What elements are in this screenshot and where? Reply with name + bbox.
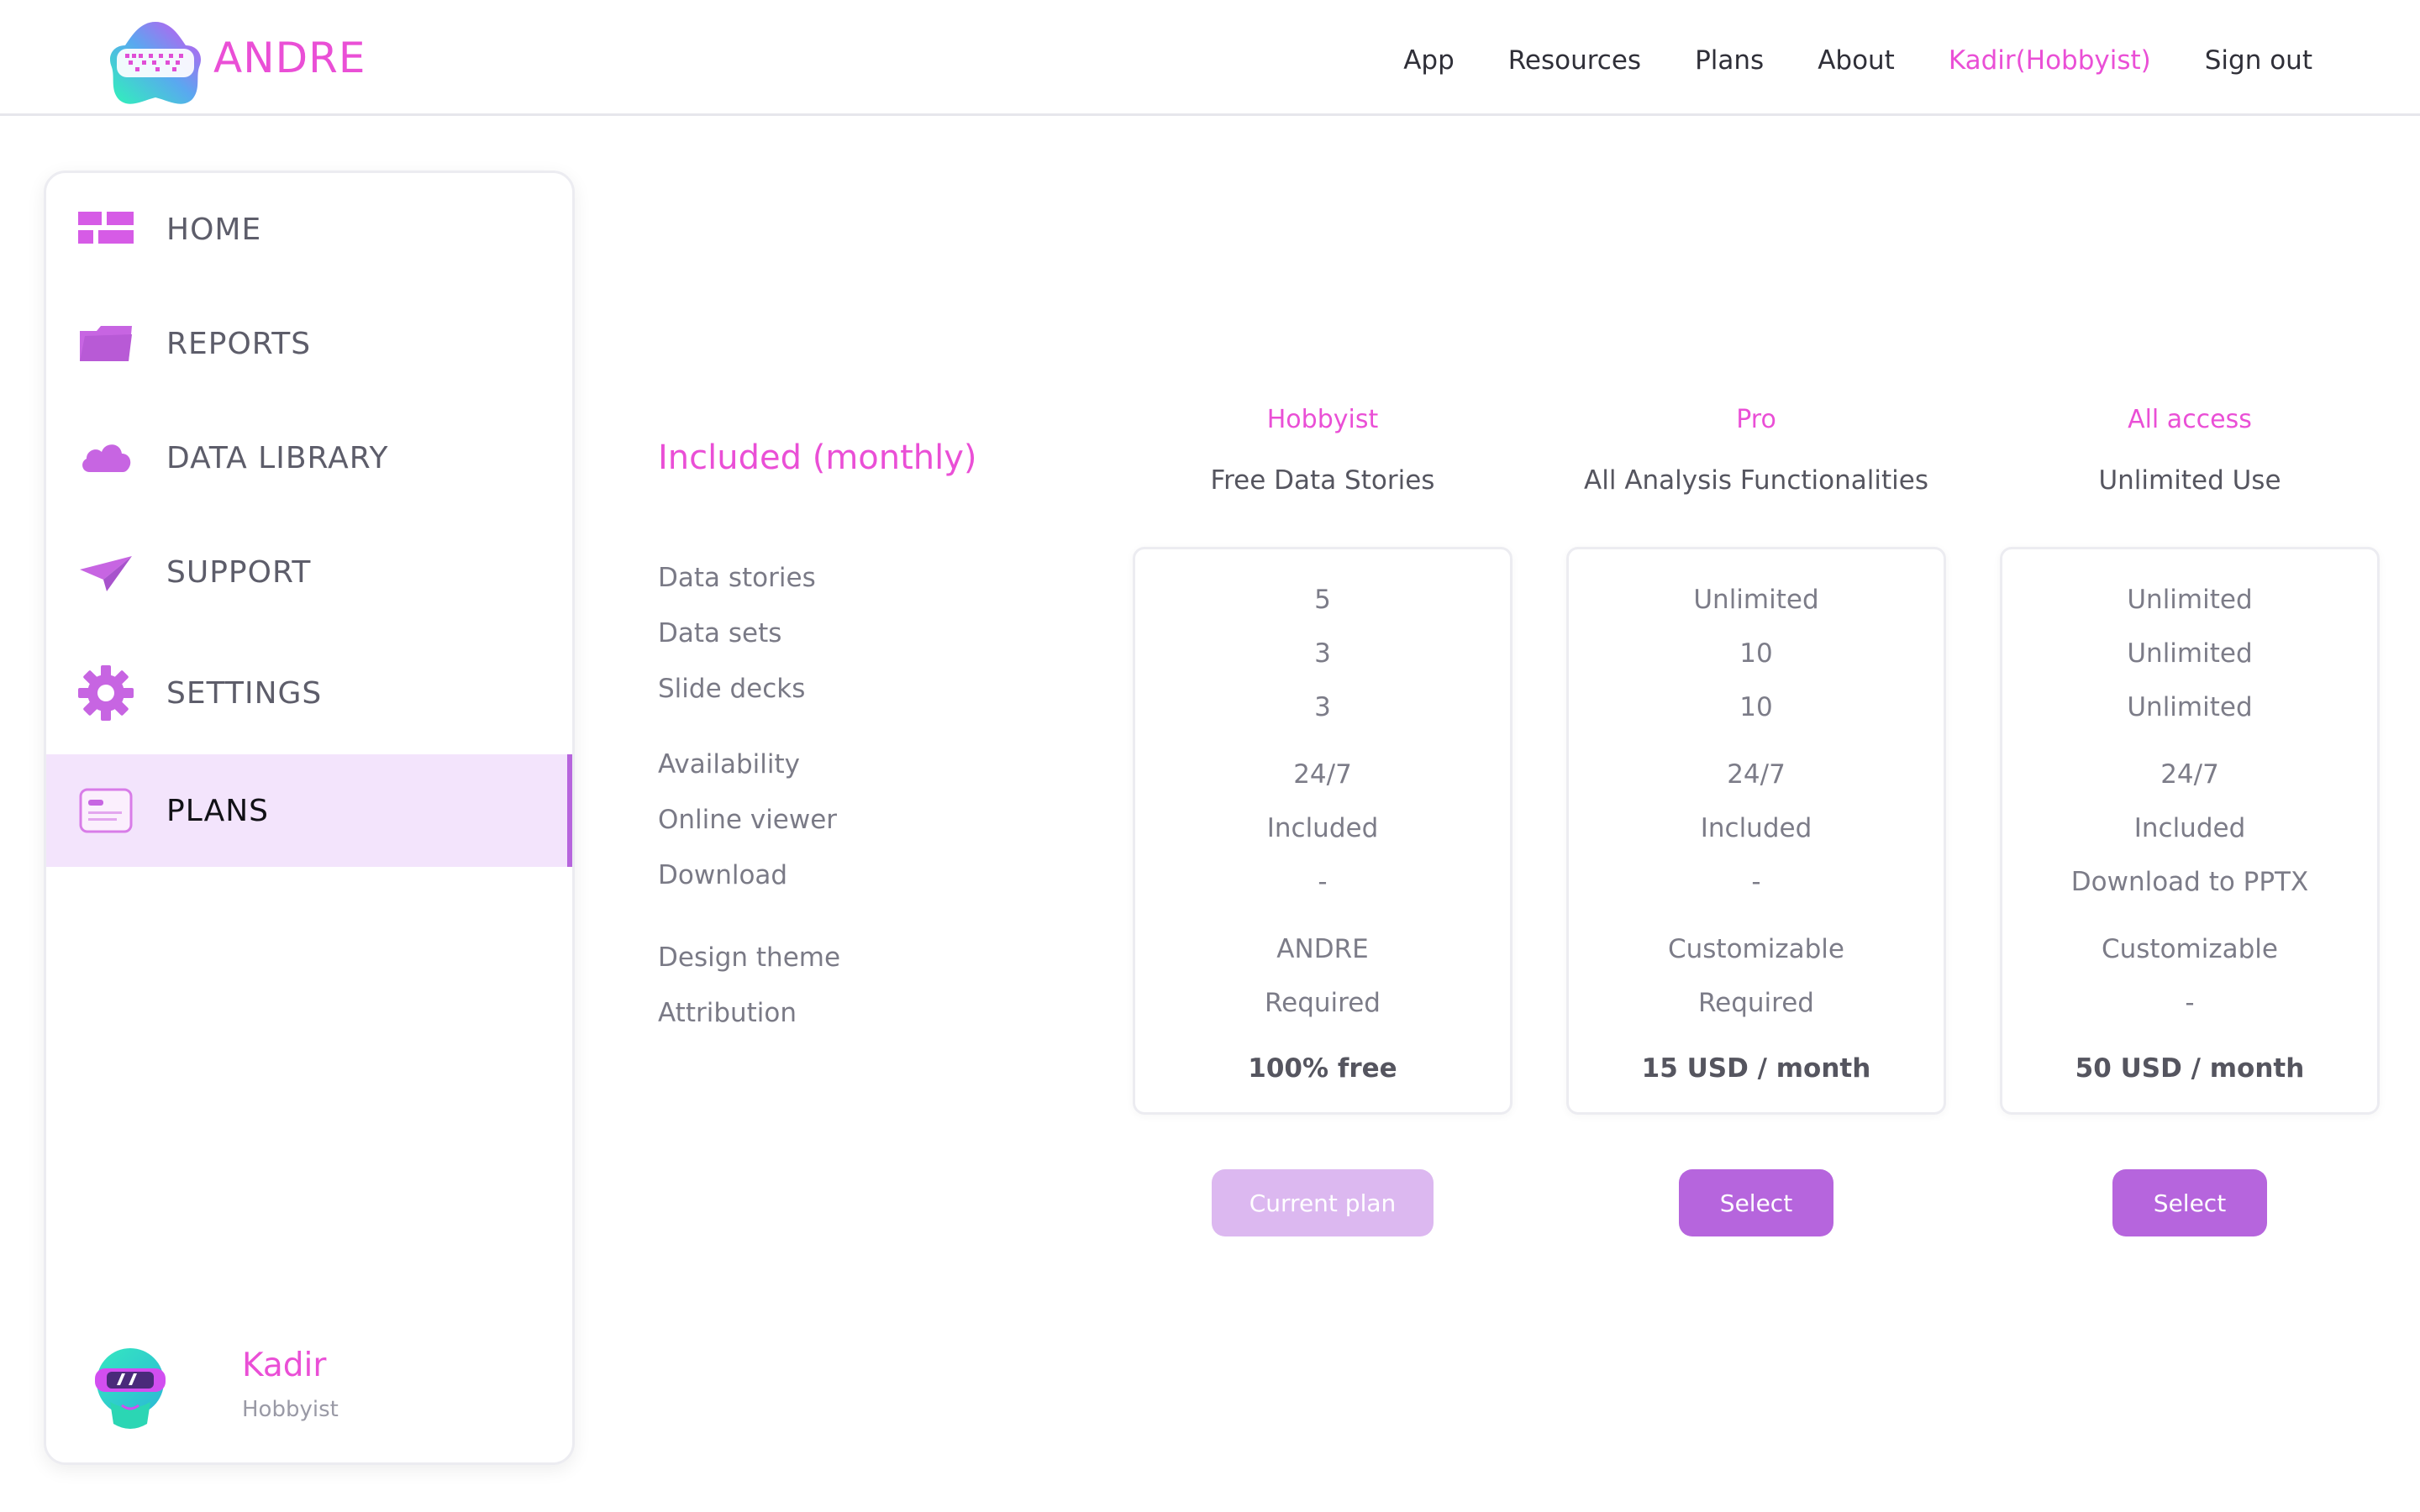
cloud-icon <box>82 444 131 472</box>
nav-plans[interactable]: Plans <box>1695 45 1764 76</box>
sidebar-item-label: REPORTS <box>166 326 312 361</box>
card-icon <box>79 788 133 833</box>
sidebar-item-home[interactable]: HOME <box>46 173 572 286</box>
sidebar-item-label: PLANS <box>166 793 269 828</box>
plan-subtitle: Unlimited Use <box>2098 465 2281 496</box>
plan-value: - <box>1318 867 1328 897</box>
included-title: Included (monthly) <box>658 438 977 477</box>
user-profile[interactable]: Kadir Hobbyist <box>88 1343 559 1436</box>
plan-value: Unlimited <box>2127 692 2253 722</box>
top-nav: App Resources Plans About Kadir(Hobbyist… <box>1349 45 2312 76</box>
plan-value: 24/7 <box>2160 759 2219 790</box>
nav-user-account[interactable]: Kadir(Hobbyist) <box>1949 45 2151 76</box>
sidebar-item-settings[interactable]: SETTINGS <box>46 637 572 749</box>
select-all-access-button[interactable]: Select <box>2112 1169 2267 1236</box>
plan-value: 10 <box>1739 638 1773 669</box>
plan-value: Unlimited <box>1693 585 1819 615</box>
plan-card-pro: Unlimited 10 10 24/7 Included - Customiz… <box>1566 547 1946 1115</box>
sidebar-item-plans[interactable]: PLANS <box>46 754 572 867</box>
plan-card-hobbyist: 5 3 3 24/7 Included - ANDRE Required 100… <box>1133 547 1512 1115</box>
home-grid-icon <box>78 212 134 244</box>
nav-sign-out[interactable]: Sign out <box>2205 45 2312 76</box>
top-navbar: ANDRE App Resources Plans About Kadir(Ho… <box>0 0 2420 116</box>
plan-name-hobbyist: Hobbyist <box>1266 405 1379 434</box>
plan-subtitle: Free Data Stories <box>1210 465 1435 496</box>
plan-value: 5 <box>1314 585 1331 615</box>
avatar[interactable] <box>88 1343 172 1434</box>
folder-icon <box>80 326 132 361</box>
plan-value: - <box>1751 867 1761 897</box>
plan-value: Unlimited <box>2127 585 2253 615</box>
sidebar-item-support[interactable]: SUPPORT <box>46 516 572 628</box>
sidebar: HOME REPORTS DATA LIBRARY SUPPORT SETTIN… <box>44 171 575 1465</box>
nav-resources[interactable]: Resources <box>1508 45 1641 76</box>
plan-value: ANDRE <box>1276 934 1369 964</box>
feature-label: Data sets <box>658 618 782 648</box>
plan-value: 24/7 <box>1727 759 1786 790</box>
plan-price: 15 USD / month <box>1641 1053 1871 1084</box>
sidebar-item-label: SETTINGS <box>166 675 323 711</box>
andre-logo-icon[interactable] <box>105 18 206 111</box>
sidebar-item-label: DATA LIBRARY <box>166 440 389 475</box>
plan-value: 24/7 <box>1293 759 1352 790</box>
sidebar-item-reports[interactable]: REPORTS <box>46 287 572 400</box>
gear-icon <box>78 665 134 721</box>
sidebar-item-label: HOME <box>166 212 262 247</box>
plan-name-all-access: All access <box>2128 405 2252 434</box>
plan-price: 50 USD / month <box>2075 1053 2305 1084</box>
feature-label: Slide decks <box>658 674 806 704</box>
plan-value: Customizable <box>2101 934 2278 964</box>
plan-value: Included <box>2133 813 2246 843</box>
feature-label: Download <box>658 860 788 890</box>
sidebar-item-data-library[interactable]: DATA LIBRARY <box>46 402 572 514</box>
plan-price: 100% free <box>1248 1053 1397 1084</box>
user-name: Kadir <box>242 1347 327 1384</box>
plan-value: - <box>2185 988 2195 1018</box>
plan-card-all-access: Unlimited Unlimited Unlimited 24/7 Inclu… <box>2000 547 2380 1115</box>
feature-label: Data stories <box>658 563 816 593</box>
select-pro-button[interactable]: Select <box>1679 1169 1833 1236</box>
nav-app[interactable]: App <box>1403 45 1455 76</box>
plan-name-pro: Pro <box>1736 405 1776 434</box>
plan-value: Customizable <box>1667 934 1844 964</box>
plan-value: Included <box>1700 813 1812 843</box>
feature-label: Availability <box>658 749 800 780</box>
plan-value: 10 <box>1739 692 1773 722</box>
plan-value: Unlimited <box>2127 638 2253 669</box>
feature-label: Attribution <box>658 998 797 1028</box>
plan-value: Required <box>1265 988 1381 1018</box>
user-plan: Hobbyist <box>242 1397 339 1422</box>
nav-about[interactable]: About <box>1818 45 1895 76</box>
current-plan-button[interactable]: Current plan <box>1212 1169 1434 1236</box>
paper-plane-icon <box>80 556 132 591</box>
plan-subtitle: All Analysis Functionalities <box>1584 465 1928 496</box>
feature-label: Design theme <box>658 942 841 973</box>
brand-name[interactable]: ANDRE <box>213 34 366 82</box>
plan-value: Included <box>1266 813 1379 843</box>
feature-label: Online viewer <box>658 805 838 835</box>
plan-value: 3 <box>1314 692 1331 722</box>
plan-value: Required <box>1698 988 1814 1018</box>
sidebar-item-label: SUPPORT <box>166 554 312 590</box>
plan-value: 3 <box>1314 638 1331 669</box>
plan-value: Download to PPTX <box>2070 867 2309 897</box>
